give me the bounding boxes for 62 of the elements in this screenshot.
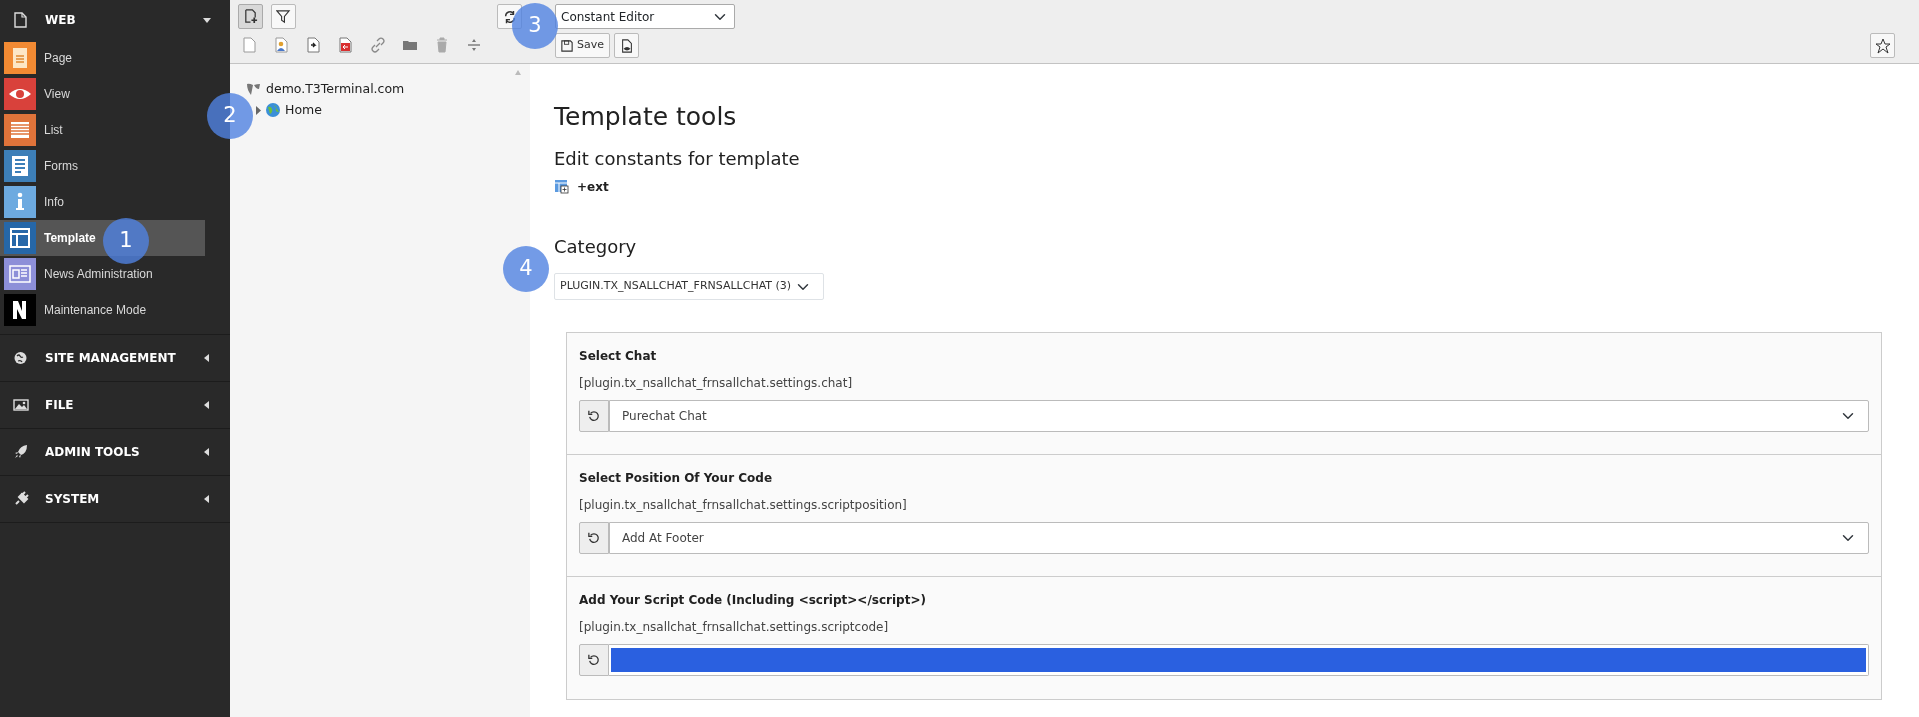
caret-icon[interactable] [202, 494, 212, 504]
shortcut-page-icon[interactable] [306, 37, 322, 53]
caret-icon[interactable] [202, 15, 212, 25]
expand-icon[interactable] [255, 105, 261, 115]
divider-icon[interactable] [466, 37, 482, 53]
plug-icon [13, 491, 29, 507]
page-icon [13, 12, 29, 28]
reset-icon [588, 532, 600, 545]
group-label[interactable]: WEB [45, 11, 76, 29]
reset-icon [588, 410, 600, 423]
group-label[interactable]: ADMIN TOOLS [45, 443, 140, 461]
star-icon [1874, 37, 1891, 54]
save-icon [561, 39, 573, 52]
external-page-icon[interactable] [338, 37, 354, 53]
reset-button[interactable] [579, 644, 609, 677]
field-path: [plugin.tx_nsallchat_frnsallchat.settings.scriptposition] [579, 497, 908, 515]
view-button[interactable] [614, 33, 639, 58]
tree-item[interactable]: Home [285, 100, 322, 120]
reset-button[interactable] [579, 400, 609, 433]
caret-icon[interactable] [202, 353, 212, 363]
new-page-button[interactable] [238, 4, 263, 29]
template-link[interactable]: +ext [577, 177, 609, 196]
group-label[interactable]: FILE [45, 396, 74, 414]
section-heading: Edit constants for template [554, 148, 801, 170]
field-title: Add Your Script Code (Including <script></script>) [579, 592, 927, 610]
filter-button[interactable] [271, 4, 296, 29]
sidebar-item[interactable]: View [0, 76, 205, 112]
sidebar-item[interactable]: List [0, 112, 205, 148]
module-select[interactable]: Constant Editor [555, 4, 735, 29]
sidebar-item[interactable]: Info [0, 184, 205, 220]
category-select[interactable]: PLUGIN.TX_NSALLCHAT_FRNSALLCHAT (3) [554, 273, 824, 301]
image-icon [13, 397, 29, 413]
sidebar-item[interactable]: Forms [0, 148, 205, 184]
field-path: [plugin.tx_nsallchat_frnsallchat.settings.chat] [579, 375, 854, 393]
user-page-icon[interactable] [274, 37, 290, 53]
tree-root-label[interactable]: demo.T3Terminal.com [266, 80, 405, 99]
new-page-icon [243, 9, 258, 24]
field-title: Select Chat [579, 348, 658, 366]
sidebar-item[interactable]: Page [0, 40, 205, 76]
sidebar-item[interactable]: Maintenance Mode [0, 292, 205, 328]
group-label[interactable]: SYSTEM [45, 490, 100, 508]
field-title: Select Position Of Your Code [579, 470, 774, 488]
field-path: [plugin.tx_nsallchat_frnsallchat.settings.scriptcode] [579, 619, 890, 637]
category-heading: Category [554, 235, 638, 258]
page-title: Template tools [554, 102, 738, 132]
globe-icon [13, 350, 29, 366]
logo-icon [246, 82, 262, 97]
eye-document-icon [619, 38, 634, 53]
save-button[interactable]: Save [555, 33, 610, 58]
caret-icon[interactable] [202, 447, 212, 457]
group-label[interactable]: SITE MANAGEMENT [45, 349, 176, 367]
reset-icon [588, 654, 600, 667]
template-icon [554, 179, 569, 195]
value-select[interactable]: Purechat Chat [609, 400, 1869, 433]
caret-icon[interactable] [202, 400, 212, 410]
filter-icon [276, 9, 291, 24]
rocket-icon [13, 444, 29, 460]
star-button[interactable] [1870, 33, 1895, 58]
reset-button[interactable] [579, 522, 609, 555]
value-select[interactable]: Add At Footer [609, 522, 1869, 555]
link-icon[interactable] [370, 37, 386, 53]
globe-icon [265, 102, 281, 119]
